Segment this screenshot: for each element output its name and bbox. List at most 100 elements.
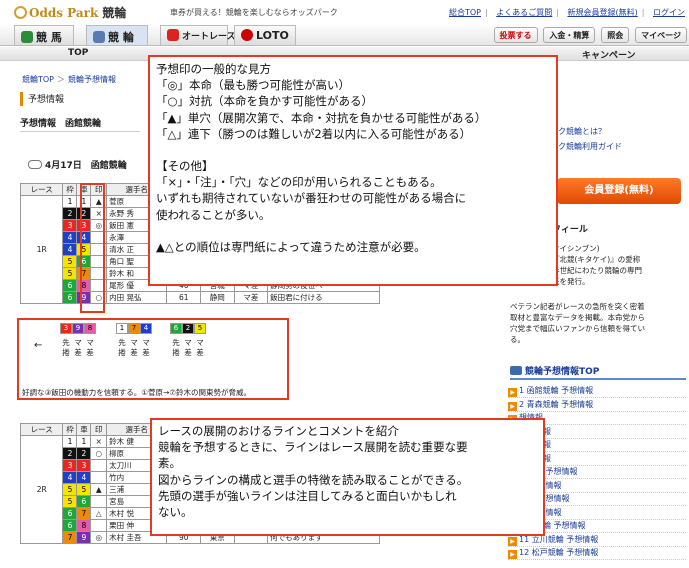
sidebar-link-about[interactable]: ーク競輪とは？: [550, 126, 606, 137]
waku-cell: 1: [62, 195, 78, 208]
rider-comment: 飯田君に付ける: [267, 291, 380, 304]
race-label: 1R: [19, 195, 64, 304]
link-total-top[interactable]: 総合TOP: [449, 8, 481, 17]
profile-text: ケイシンブン): [552, 244, 600, 253]
sidebar-list-item[interactable]: ▶ 2 青森競輪 予想情報: [508, 399, 686, 412]
waku-cell: 2: [62, 447, 78, 460]
nav-actions: 投票する 入金・精算 照会 マイページ: [491, 27, 687, 43]
rider-style: マ差: [233, 291, 269, 304]
prediction-mark: △: [90, 507, 108, 520]
deposit-button[interactable]: 入金・精算: [543, 27, 596, 43]
waku-cell: 6: [62, 291, 78, 304]
prediction-mark: [90, 459, 108, 472]
car-number: 2: [76, 447, 92, 460]
callout-line: 先頭の選手が強いラインは注目してみると面白いかもしれ: [158, 488, 457, 503]
waku-cell: 2: [62, 207, 78, 220]
bullet-arrow-icon: ▶: [508, 550, 517, 559]
callout-line: 「△」連下（勝つのは難しいが2着以内に入る可能性がある）: [156, 126, 472, 141]
callout-line: いずれも期待されていないが番狂わせの可能性がある場合に: [156, 191, 467, 206]
top-bar: Odds Park 競輪 車券が買える！競輪を楽しむならオッズパーク 総合TOP |…: [0, 0, 689, 24]
rider-name[interactable]: 内田 晃弘: [106, 291, 168, 304]
bullet-arrow-icon: ▶: [508, 388, 517, 397]
callout-line: 使われることが多い。: [156, 207, 271, 222]
waku-cell: 5: [62, 483, 78, 496]
callout-line: ▲△との順位は専門紙によって違うため注意が必要。: [156, 239, 426, 254]
table-row: 6 9 ○ 内田 晃弘 61 静岡 マ差 飯田君に付ける: [21, 291, 380, 304]
profile-heading: フィール: [552, 225, 588, 235]
crumb-keirin-top[interactable]: 競輪TOP: [22, 75, 54, 84]
profile-text: 紙を発行。: [552, 277, 590, 286]
main-nav: 競 馬 競 輪 オートレース LOTO 投票する 入金・精算 照会 マイページ: [0, 24, 689, 46]
waku-cell: 6: [62, 507, 78, 520]
callout-line: 「○」対抗（本命を負かす可能性がある）: [156, 94, 374, 109]
table-header: レース: [19, 423, 64, 436]
race-label: 2R: [19, 435, 64, 544]
page: Odds Park 競輪 車券が買える！競輪を楽しむならオッズパーク 総合TOP |…: [0, 0, 689, 568]
link-login[interactable]: ログイン: [653, 8, 685, 17]
prediction-mark: ◎: [90, 531, 108, 544]
tab-autorace[interactable]: オートレース: [160, 25, 236, 45]
register-button[interactable]: 会員登録(無料): [557, 178, 681, 204]
inquiry-button[interactable]: 照会: [601, 27, 630, 43]
link-faq[interactable]: よくあるご質問: [496, 8, 552, 17]
logo-mark-icon: [14, 6, 27, 19]
waku-cell: 6: [62, 519, 78, 532]
table-header: 枠: [62, 183, 78, 196]
car-number: 8: [76, 519, 92, 532]
callout-line: 「▲」単穴（展開次第で、本命・対抗を負かせる可能性がある）: [156, 110, 487, 125]
sidebar-link-guide[interactable]: ーク競輪利用ガイド: [550, 141, 622, 152]
waku-cell: 6: [62, 279, 78, 292]
section-title: 予想情報: [20, 92, 150, 106]
rider-age: 61: [166, 291, 202, 304]
bicycle-icon: [28, 160, 42, 169]
table-header: レース: [19, 183, 64, 196]
profile-text: 『北競(キタケイ)』の愛称: [552, 255, 641, 264]
sidebar-list-heading[interactable]: 競輪予想情報TOP: [510, 364, 686, 380]
vote-button[interactable]: 投票する: [493, 27, 538, 43]
table-header: 印: [90, 423, 108, 436]
prediction-mark: ×: [90, 435, 108, 448]
motorbike-icon: [167, 29, 179, 41]
prediction-mark: ▲: [90, 483, 108, 496]
car-number: 9: [76, 531, 92, 544]
top-links: 総合TOP | よくあるご質問 | 新規会員登録(無料) | ログイン: [448, 8, 685, 17]
waku-cell: 3: [62, 219, 78, 232]
tagline: 車券が買える！競輪を楽しむならオッズパーク: [170, 8, 338, 17]
waku-cell: 3: [62, 459, 78, 472]
link-register[interactable]: 新規会員登録(無料): [568, 8, 638, 17]
waku-cell: 1: [62, 435, 78, 448]
waku-cell: 5: [62, 255, 78, 268]
profile-text: ベテラン記者がレースの急所を突く密着: [510, 302, 645, 311]
prediction-mark: [90, 519, 108, 532]
sidebar-list-item[interactable]: ▶ 1 函館競輪 予想情報: [508, 385, 686, 398]
subbar-top[interactable]: TOP: [68, 48, 88, 58]
callout-line: 競輪を予想するときに、ラインはレース展開を読む重要な要: [158, 440, 468, 455]
waku-cell: 4: [62, 471, 78, 484]
table-header: 車: [76, 423, 92, 436]
tab-loto[interactable]: LOTO: [234, 25, 296, 45]
callout-line: ない。: [158, 505, 193, 520]
sidebar-list-item[interactable]: ▶ 12 松戸競輪 予想情報: [508, 547, 686, 560]
mypage-button[interactable]: マイページ: [635, 27, 687, 43]
mark-column-highlight: [80, 183, 105, 313]
prediction-mark: [90, 495, 108, 508]
callout-line: 「×」・「注」・「穴」などの印が用いられることもある。: [156, 175, 442, 190]
table-header: 枠: [62, 423, 78, 436]
subbar-campaign[interactable]: キャンペーン: [582, 48, 636, 61]
site-logo[interactable]: Odds Park 競輪: [14, 4, 126, 21]
tab-keirin[interactable]: 競 輪: [86, 25, 148, 45]
race-date: 4月17日 函館競輪: [28, 158, 127, 171]
prediction-mark: ○: [90, 447, 108, 460]
car-number: 3: [76, 459, 92, 472]
crumb-yoso[interactable]: 競輪予想情報: [68, 75, 116, 84]
callout-line: [156, 223, 550, 239]
profile-text: 穴党まで幅広いファンから信頼を得てい: [510, 324, 645, 333]
tab-keiba[interactable]: 競 馬: [14, 25, 74, 45]
car-number: 6: [76, 495, 92, 508]
callout-line: 素。: [158, 456, 181, 471]
bicycle-icon: [93, 31, 105, 43]
profile-text: る。: [510, 335, 525, 344]
callout-line: レースの展開のおけるラインとコメントを紹介: [158, 424, 399, 438]
waku-cell: 5: [62, 495, 78, 508]
horse-icon: [21, 31, 33, 43]
